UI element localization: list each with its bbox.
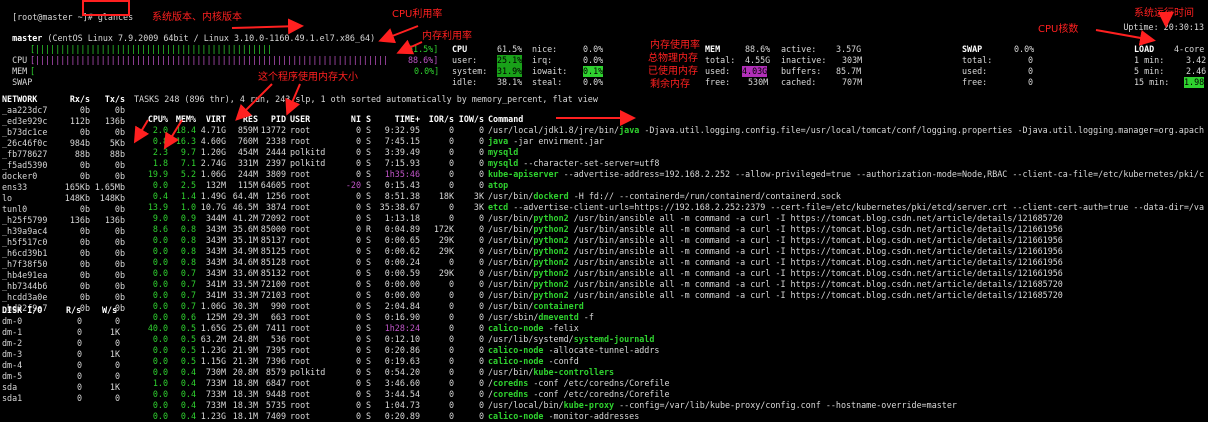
- proc-cmd-args: --config=/var/lib/kube-proxy/config.conf…: [614, 400, 957, 410]
- annotation-cpu-cores: CPU核数: [1038, 24, 1079, 35]
- annotation-arrows: [133, 12, 1174, 150]
- arrow-cpu-usage: [378, 25, 419, 44]
- annotation-proc-mem: 这个程序使用内存大小: [258, 72, 358, 83]
- proc-ior: 0: [448, 400, 454, 410]
- arrow-proc-mem-1: [235, 83, 273, 121]
- proc-mem: 0.4: [180, 400, 196, 410]
- arrow-sys-version: [231, 18, 304, 35]
- proc-command: /usr/local/bin/kube-proxy --config=/var/…: [488, 400, 957, 411]
- annotation-mem-detail-4: 剩余内存: [650, 79, 690, 90]
- proc-s: S: [366, 400, 372, 410]
- annotation-mem-detail-1: 内存使用率: [650, 40, 700, 51]
- proc-cpu: 0.0: [152, 411, 168, 421]
- proc-cmd-path: /usr/local/bin/: [488, 400, 564, 410]
- proc-mem: 0.4: [180, 411, 196, 421]
- arrow-proc-mem-2: [285, 83, 301, 116]
- annotation-cpu-usage: CPU利用率: [392, 9, 443, 20]
- proc-ior: 0: [448, 411, 454, 421]
- proc-virt: 733M: [205, 400, 226, 410]
- proc-command: calico-node -monitor-addresses: [488, 411, 639, 422]
- proc-cmd-prog: calico-node: [488, 411, 544, 421]
- proc-s: S: [366, 411, 372, 421]
- proc-res: 18.1M: [232, 411, 258, 421]
- annotation-uptime: 系统运行时间: [1134, 8, 1194, 19]
- annotation-mem-detail-2: 总物理内存: [648, 53, 698, 64]
- proc-cmd-prog: kube-proxy: [563, 400, 615, 410]
- annotation-sys-version: 系统版本、内核版本: [152, 12, 242, 23]
- proc-user: root: [290, 400, 311, 410]
- proc-res: 18.3M: [232, 400, 258, 410]
- proc-virt: 1.23G: [200, 411, 226, 421]
- annotation-mem-usage: 内存利用率: [422, 31, 472, 42]
- annotation-mem-detail-3: 已使用内存: [648, 66, 698, 77]
- proc-iow: 0: [478, 400, 484, 410]
- proc-pid: 5735: [265, 400, 286, 410]
- proc-ni: 0: [355, 411, 361, 421]
- proc-user: root: [290, 411, 311, 421]
- proc-pid: 7409: [265, 411, 286, 421]
- proc-cmd-args: -monitor-addresses: [543, 411, 640, 421]
- proc-time: 1:04.73: [384, 400, 420, 410]
- proc-cpu: 0.0: [152, 400, 168, 410]
- proc-ni: 0: [355, 400, 361, 410]
- arrow-cpu-cores: [1095, 29, 1156, 46]
- proc-iow: 0: [478, 411, 484, 421]
- arrow-proc-mem-4: [133, 119, 150, 144]
- proc-time: 0:20.89: [384, 411, 420, 421]
- arrow-proc-mem-3: [163, 119, 183, 150]
- arrow-mem-usage: [396, 39, 423, 55]
